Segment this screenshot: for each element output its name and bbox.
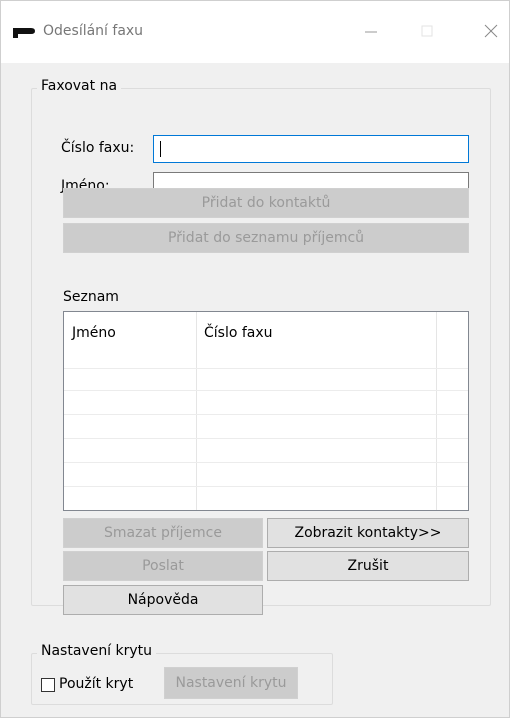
list-header: Jméno Číslo faxu — [64, 312, 468, 354]
row-divider — [64, 390, 468, 391]
add-to-recipients-button[interactable]: Přidat do seznamu příjemců — [63, 223, 469, 253]
column-divider — [436, 312, 437, 510]
title-bar[interactable]: Odesílání faxu — [1, 1, 509, 63]
column-divider — [196, 312, 197, 510]
app-logo-icon — [13, 28, 35, 38]
close-icon[interactable] — [476, 17, 506, 45]
use-cover-checkbox[interactable] — [41, 678, 55, 692]
cancel-button[interactable]: Zrušit — [267, 551, 469, 581]
send-button[interactable]: Poslat — [63, 551, 263, 581]
row-divider — [64, 414, 468, 415]
cover-settings-button[interactable]: Nastavení krytu — [164, 667, 298, 699]
row-divider — [64, 368, 468, 369]
use-cover-label[interactable]: Použít kryt — [59, 676, 133, 692]
row-divider — [64, 486, 468, 487]
list-label: Seznam — [63, 289, 119, 305]
minimize-icon[interactable] — [356, 17, 386, 45]
text-caret — [160, 141, 161, 157]
cover-settings-group-label: Nastavení krytu — [37, 643, 157, 659]
fax-to-group-label: Faxovat na — [37, 78, 122, 94]
column-header-fax-number[interactable]: Číslo faxu — [196, 312, 436, 354]
add-to-contacts-button[interactable]: Přidat do kontaktů — [63, 188, 469, 218]
recipients-list[interactable]: Jméno Číslo faxu — [63, 311, 469, 511]
show-contacts-button[interactable]: Zobrazit kontakty>> — [267, 518, 469, 548]
delete-recipient-button[interactable]: Smazat příjemce — [63, 518, 263, 548]
fax-number-label: Číslo faxu: — [61, 140, 135, 156]
row-divider — [64, 462, 468, 463]
fax-send-dialog: Odesílání faxu Faxovat na Číslo faxu: Jm… — [0, 0, 510, 718]
help-button[interactable]: Nápověda — [63, 585, 263, 615]
column-header-name[interactable]: Jméno — [64, 312, 196, 354]
fax-number-input[interactable] — [153, 135, 469, 163]
row-divider — [64, 438, 468, 439]
window-title: Odesílání faxu — [43, 23, 144, 39]
maximize-icon[interactable] — [412, 17, 442, 45]
